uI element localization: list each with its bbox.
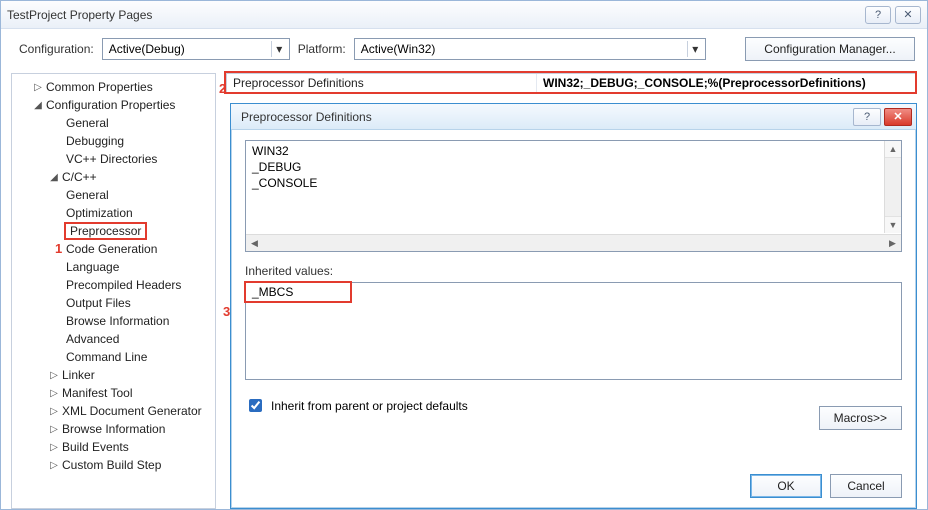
configuration-value: Active(Debug) (109, 42, 185, 56)
navigation-tree[interactable]: ▷Common Properties ◢Configuration Proper… (11, 73, 216, 509)
property-key: Preprocessor Definitions (227, 74, 537, 92)
tree-item-custom-build-step[interactable]: ▷Custom Build Step (12, 456, 215, 474)
preprocessor-definitions-dialog: Preprocessor Definitions ? ✕ WIN32 _DEBU… (230, 103, 917, 509)
titlebar: TestProject Property Pages ? ✕ (1, 1, 927, 29)
platform-value: Active(Win32) (361, 42, 436, 56)
expand-icon: ▷ (32, 82, 44, 93)
inherit-checkbox[interactable] (249, 399, 262, 412)
tree-item-vcpp-directories[interactable]: VC++ Directories (12, 150, 215, 168)
collapse-icon: ◢ (32, 100, 44, 111)
chevron-down-icon: ▾ (687, 41, 703, 57)
configuration-manager-button[interactable]: Configuration Manager... (745, 37, 915, 61)
definitions-text: WIN32 _DEBUG _CONSOLE (246, 141, 883, 233)
definitions-textarea[interactable]: WIN32 _DEBUG _CONSOLE ▲▼ ◀▶ (245, 140, 902, 252)
tree-item-browse-information-2[interactable]: ▷Browse Information (12, 420, 215, 438)
tree-item-build-events[interactable]: ▷Build Events (12, 438, 215, 456)
expand-icon: ▷ (48, 406, 60, 417)
property-grid-area: Preprocessor Definitions WIN32;_DEBUG;_C… (226, 73, 917, 509)
annotation-number-3: 3 (223, 304, 230, 319)
macros-button[interactable]: Macros>> (819, 406, 902, 430)
scroll-up-icon[interactable]: ▲ (885, 141, 901, 158)
tree-item-command-line[interactable]: Command Line (12, 348, 215, 366)
inherited-value-item: _MBCS (252, 285, 293, 299)
scroll-left-icon[interactable]: ◀ (246, 236, 263, 252)
tree-item-linker[interactable]: ▷Linker (12, 366, 215, 384)
tree-item-preprocessor[interactable]: Preprocessor (12, 222, 215, 240)
tree-item-ccpp-general[interactable]: General (12, 186, 215, 204)
tree-item-debugging[interactable]: Debugging (12, 132, 215, 150)
close-button[interactable]: ✕ (895, 6, 921, 24)
dialog-button-row: OK Cancel (750, 474, 902, 498)
cancel-button[interactable]: Cancel (830, 474, 902, 498)
tree-item-manifest-tool[interactable]: ▷Manifest Tool (12, 384, 215, 402)
configuration-combo[interactable]: Active(Debug) ▾ (102, 38, 290, 60)
toolbar: Configuration: Active(Debug) ▾ Platform:… (1, 29, 927, 71)
inherit-checkbox-label: Inherit from parent or project defaults (271, 399, 468, 413)
tree-item-browse-information[interactable]: Browse Information (12, 312, 215, 330)
chevron-down-icon: ▾ (271, 41, 287, 57)
scroll-right-icon[interactable]: ▶ (884, 235, 901, 251)
annotation-number-1: 1 (55, 241, 62, 256)
dialog-close-button[interactable]: ✕ (884, 108, 912, 126)
property-value: WIN32;_DEBUG;_CONSOLE;%(PreprocessorDefi… (537, 76, 916, 90)
help-button[interactable]: ? (865, 6, 891, 24)
horizontal-scrollbar[interactable]: ◀▶ (246, 234, 901, 251)
expand-icon: ▷ (48, 388, 60, 399)
tree-item-output-files[interactable]: Output Files (12, 294, 215, 312)
property-row-preprocessor-definitions[interactable]: Preprocessor Definitions WIN32;_DEBUG;_C… (226, 73, 917, 93)
property-pages-window: TestProject Property Pages ? ✕ Configura… (0, 0, 928, 510)
collapse-icon: ◢ (48, 172, 60, 183)
dialog-body: WIN32 _DEBUG _CONSOLE ▲▼ ◀▶ Inherited va… (231, 130, 916, 508)
platform-combo[interactable]: Active(Win32) ▾ (354, 38, 706, 60)
vertical-scrollbar[interactable]: ▲▼ (884, 141, 901, 233)
tree-item-code-generation[interactable]: Code Generation (12, 240, 215, 258)
configuration-label: Configuration: (19, 42, 94, 56)
window-title: TestProject Property Pages (7, 8, 861, 22)
inherited-values-listbox[interactable]: _MBCS (245, 282, 902, 380)
tree-item-configuration-properties[interactable]: ◢Configuration Properties (12, 96, 215, 114)
expand-icon: ▷ (48, 460, 60, 471)
expand-icon: ▷ (48, 424, 60, 435)
scroll-down-icon[interactable]: ▼ (885, 216, 901, 233)
tree-item-advanced[interactable]: Advanced (12, 330, 215, 348)
tree-item-language[interactable]: Language (12, 258, 215, 276)
inherit-checkbox-row: Inherit from parent or project defaults (245, 396, 902, 415)
tree-item-ccpp[interactable]: ◢C/C++ (12, 168, 215, 186)
annotation-number-2: 2 (219, 81, 226, 96)
dialog-title: Preprocessor Definitions (241, 110, 372, 124)
tree-item-precompiled-headers[interactable]: Precompiled Headers (12, 276, 215, 294)
tree-item-optimization[interactable]: Optimization (12, 204, 215, 222)
platform-label: Platform: (298, 42, 346, 56)
tree-item-common-properties[interactable]: ▷Common Properties (12, 78, 215, 96)
dialog-help-button[interactable]: ? (853, 108, 881, 126)
expand-icon: ▷ (48, 442, 60, 453)
inherited-values-label: Inherited values: (245, 264, 902, 278)
expand-icon: ▷ (48, 370, 60, 381)
dialog-titlebar: Preprocessor Definitions ? ✕ (231, 104, 916, 130)
tree-item-xml-doc-generator[interactable]: ▷XML Document Generator (12, 402, 215, 420)
ok-button[interactable]: OK (750, 474, 822, 498)
tree-item-general[interactable]: General (12, 114, 215, 132)
